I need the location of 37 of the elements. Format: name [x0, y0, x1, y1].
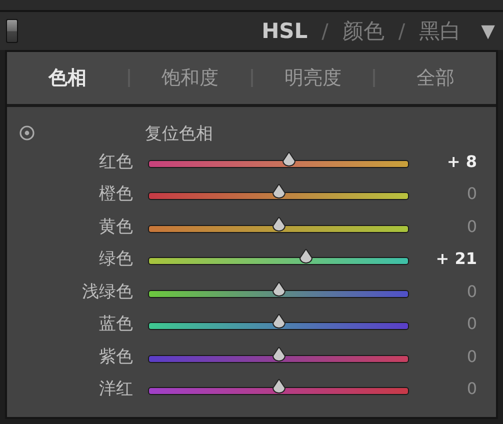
slider-value: + 21: [434, 249, 477, 268]
slider-value: + 8: [446, 152, 477, 171]
slider-label: 洋红: [98, 378, 133, 400]
slider-thumb[interactable]: [280, 152, 297, 167]
mode-tab[interactable]: HSL: [262, 19, 308, 43]
slider-value: 0: [466, 184, 477, 204]
tab[interactable]: 明亮度: [252, 65, 374, 91]
slider-label: 绿色: [98, 248, 133, 270]
slider-label: 红色: [98, 150, 133, 173]
collapse-triangle[interactable]: ▼: [481, 20, 495, 42]
slider-thumb[interactable]: [270, 282, 286, 297]
slider-thumb[interactable]: [270, 184, 286, 200]
slider-thumb[interactable]: [270, 216, 286, 232]
mode-tab[interactable]: 颜色: [342, 17, 384, 45]
separator: /: [398, 19, 406, 43]
slider-thumb[interactable]: [298, 249, 314, 264]
slider-thumb[interactable]: [270, 314, 286, 330]
tab[interactable]: 色相: [7, 65, 128, 91]
slider-label: 黄色: [98, 216, 133, 238]
target-adjust-icon[interactable]: [19, 125, 35, 141]
slider-value: 0: [466, 216, 477, 236]
slider-value: 0: [466, 346, 477, 366]
slider-label: 蓝色: [98, 313, 133, 336]
slider-label: 橙色: [98, 183, 133, 206]
slider-value: 0: [466, 314, 477, 334]
panel-switch[interactable]: [6, 19, 18, 43]
slider-label: 浅绿色: [81, 280, 133, 303]
separator: /: [322, 19, 328, 43]
reset-hue-label[interactable]: 复位色相: [145, 122, 213, 144]
slider-thumb[interactable]: [270, 379, 286, 394]
slider-label: 紫色: [98, 346, 133, 368]
slider-value: 0: [466, 379, 477, 398]
tab[interactable]: 饱和度: [130, 65, 250, 91]
slider-value: 0: [466, 282, 477, 301]
tab[interactable]: 全部: [375, 65, 496, 91]
slider-thumb[interactable]: [270, 346, 286, 362]
mode-tab[interactable]: 黑白: [419, 17, 462, 45]
